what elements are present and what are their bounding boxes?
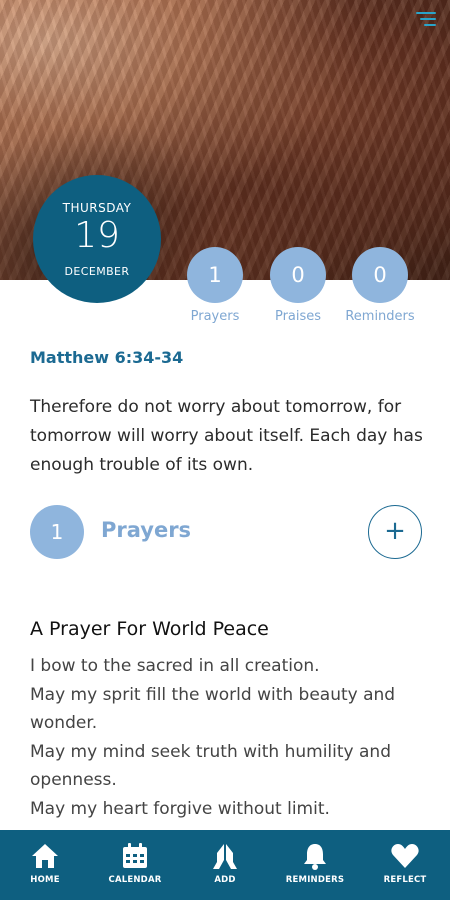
bottom-tab-bar: HOME CALENDAR ADD REMINDERS REFLECT (0, 830, 450, 900)
praying-hands-icon (213, 844, 237, 869)
bell-icon (304, 844, 326, 870)
counter-prayers[interactable]: 1 Prayers (187, 247, 243, 324)
counter-prayers-count: 1 (187, 247, 243, 303)
counter-praises-label: Praises (274, 309, 322, 324)
heart-icon (391, 844, 419, 868)
tab-reflect-label: REFLECT (383, 875, 427, 885)
tab-add[interactable]: ADD (180, 830, 270, 885)
prayer-line: May my mind seek truth with humility and… (30, 741, 391, 791)
tab-reminders-label: REMINDERS (285, 875, 345, 885)
prayers-count-badge: 1 (30, 505, 84, 559)
prayer-body: I bow to the sacred in all creation. May… (30, 652, 430, 823)
tab-home-label: HOME (30, 875, 60, 885)
counter-reminders[interactable]: 0 Reminders (345, 247, 415, 324)
counter-praises-count: 0 (270, 247, 326, 303)
tab-reminders[interactable]: REMINDERS (270, 830, 360, 885)
date-badge: THURSDAY 19 DECEMBER (33, 175, 161, 303)
prayers-section-header: 1 Prayers + (30, 505, 422, 561)
verse-reference: Matthew 6:34-34 (30, 348, 184, 367)
prayer-line: May my sprit fill the world with beauty … (30, 684, 396, 734)
calendar-icon (123, 843, 147, 868)
prayers-section-title: Prayers (101, 518, 192, 542)
counter-praises[interactable]: 0 Praises (270, 247, 326, 324)
counter-reminders-label: Reminders (345, 309, 415, 324)
day-number: 19 (74, 215, 120, 256)
day-of-week: THURSDAY (62, 201, 132, 215)
prayer-line: I bow to the sacred in all creation. (30, 656, 320, 676)
prayer-title[interactable]: A Prayer For World Peace (30, 618, 269, 640)
tab-add-label: ADD (214, 875, 236, 885)
counter-prayers-label: Prayers (190, 309, 240, 324)
prayer-line: May my heart forgive without limit. (30, 798, 330, 819)
tab-reflect[interactable]: REFLECT (360, 830, 450, 885)
counter-reminders-count: 0 (352, 247, 408, 303)
add-prayer-button[interactable]: + (368, 505, 422, 559)
month: DECEMBER (64, 265, 130, 278)
tab-calendar-label: CALENDAR (108, 875, 162, 885)
verse-text: Therefore do not worry about tomorrow, f… (30, 397, 423, 475)
menu-icon[interactable] (416, 12, 436, 28)
home-icon (32, 844, 58, 868)
tab-calendar[interactable]: CALENDAR (90, 830, 180, 885)
tab-home[interactable]: HOME (0, 830, 90, 885)
